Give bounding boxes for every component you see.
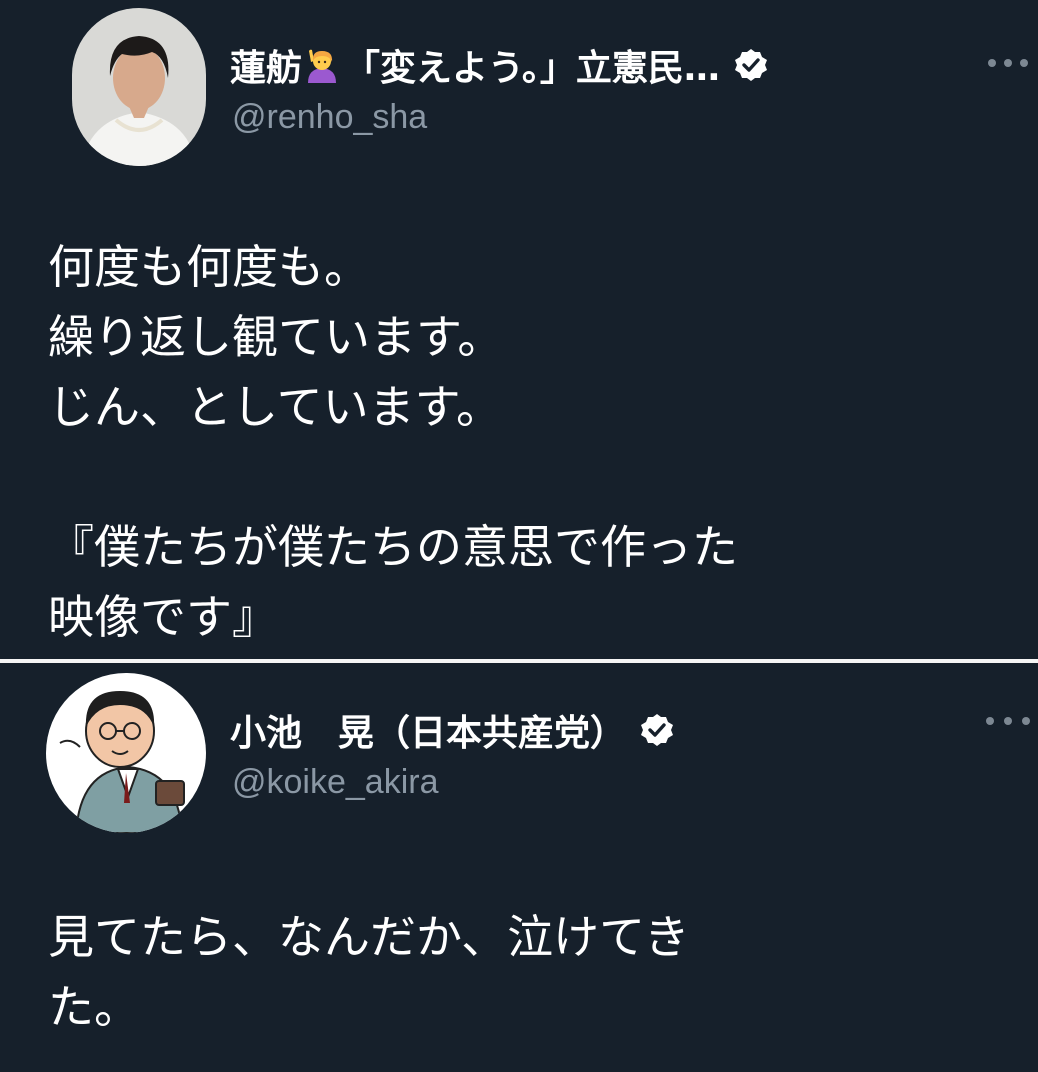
more-options-icon[interactable] bbox=[988, 56, 1028, 70]
verified-badge-icon bbox=[640, 713, 674, 747]
tweet-body-line: じん、としています。 bbox=[48, 380, 503, 434]
more-options-icon[interactable] bbox=[986, 714, 1030, 728]
tweet-body: 見てたら、なんだか、泣けてき た。 bbox=[48, 902, 690, 1042]
author-handle[interactable]: @renho_sha bbox=[232, 98, 427, 137]
tweet-quote-line: 『僕たちが僕たちの意思で作った bbox=[48, 520, 738, 574]
avatar-cartoon-icon bbox=[46, 673, 206, 833]
display-name[interactable]: 蓮舫 bbox=[230, 39, 302, 91]
verified-badge-icon bbox=[734, 48, 768, 82]
tweet-body-line: 見てたら、なんだか、泣けてき bbox=[48, 910, 690, 964]
tweet-body-line: 何度も何度も。 bbox=[48, 240, 370, 294]
display-name-suffix[interactable]: 「変えよう。」立憲民… bbox=[344, 39, 720, 91]
tweet-body-line: た。 bbox=[48, 980, 140, 1034]
tweet-quote: 『僕たちが僕たちの意思で作った 映像です』 bbox=[48, 512, 738, 652]
author-name-row[interactable]: 蓮舫 「変えよう。」立憲民… bbox=[230, 40, 768, 90]
tweet-quote-line: 映像です』 bbox=[48, 590, 278, 644]
avatar-renho[interactable] bbox=[72, 8, 206, 166]
person-raising-hand-icon bbox=[304, 47, 340, 83]
tweet-body: 何度も何度も。 繰り返し観ています。 じん、としています。 bbox=[48, 232, 503, 442]
avatar-photo-icon bbox=[72, 8, 206, 166]
author-name-row[interactable]: 小池 晃（日本共産党） bbox=[230, 705, 674, 755]
tweet-card-renho[interactable]: 蓮舫 「変えよう。」立憲民… @renho_sha 何度も何度も。 繰り返し観て… bbox=[0, 0, 1038, 659]
author-handle[interactable]: @koike_akira bbox=[232, 763, 439, 802]
avatar-koike[interactable] bbox=[46, 673, 206, 833]
display-name[interactable]: 小池 晃（日本共産党） bbox=[230, 704, 626, 756]
tweet-body-line: 繰り返し観ています。 bbox=[48, 310, 504, 364]
